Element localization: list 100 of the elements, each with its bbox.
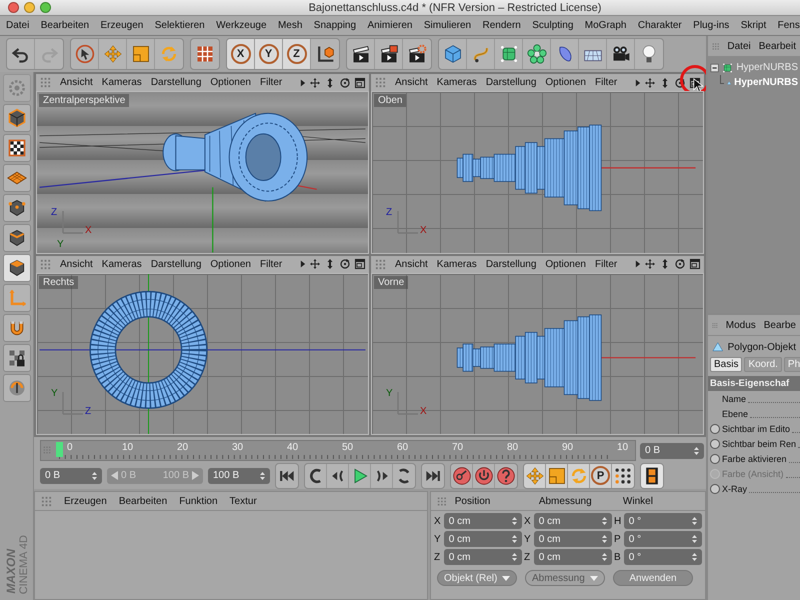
rotate-view-icon[interactable] [674, 76, 686, 88]
menu-item[interactable]: Kameras [436, 77, 477, 88]
menu-item[interactable]: Skript [740, 20, 766, 31]
more-arrow-icon[interactable] [635, 259, 642, 269]
points-mode-button[interactable] [2, 194, 30, 222]
edges-mode-button[interactable] [2, 224, 30, 252]
menu-item[interactable]: Erzeugen [100, 20, 144, 31]
axis-lock-button[interactable]: Y [255, 39, 283, 69]
locked-grid-button[interactable] [2, 344, 30, 372]
minimize-button[interactable] [24, 2, 35, 13]
spinner-icon[interactable] [511, 534, 518, 544]
menu-item[interactable]: Plug-ins [693, 20, 730, 31]
menu-item[interactable]: Filter [260, 77, 282, 88]
coordinate-field[interactable]: 0 cm [534, 513, 612, 529]
coordinate-field[interactable]: 0 ° [624, 513, 702, 529]
menu-item[interactable]: Ansicht [60, 258, 93, 270]
coordinate-field[interactable]: 0 cm [534, 549, 612, 565]
rotate-view-icon[interactable] [674, 258, 686, 270]
auto-key-button[interactable] [473, 464, 495, 488]
spinner-icon[interactable] [693, 446, 700, 456]
spinner-icon[interactable] [601, 552, 608, 562]
menu-item[interactable]: Snapping [314, 20, 356, 31]
menu-item[interactable]: Erzeugen [64, 496, 107, 506]
menu-item[interactable]: Ansicht [395, 258, 428, 270]
spinner-icon[interactable] [601, 534, 608, 544]
maximize-view-icon[interactable] [689, 258, 702, 270]
menu-item[interactable]: Funktion [179, 496, 218, 506]
spinner-icon[interactable] [691, 534, 698, 544]
menu-item[interactable]: Kameras [436, 258, 477, 270]
model-mode-button[interactable] [2, 104, 30, 132]
menu-item[interactable]: Filter [595, 258, 618, 270]
zoom-button[interactable] [40, 2, 51, 13]
menu-item[interactable]: Mesh [278, 20, 302, 31]
polygons-mode-button[interactable] [2, 254, 30, 282]
menu-item[interactable]: Darstellung [486, 258, 536, 270]
texture-mode-button[interactable] [2, 134, 30, 162]
menu-item[interactable]: Simulieren [424, 20, 472, 31]
playhead-marker[interactable] [56, 442, 63, 457]
move-view-icon[interactable] [644, 76, 656, 88]
menu-item[interactable]: Filter [595, 77, 618, 88]
menu-item[interactable]: Animieren [367, 20, 412, 31]
menu-item[interactable]: Ansicht [60, 77, 93, 88]
menu-item[interactable]: Filter [260, 258, 282, 270]
menu-item[interactable]: Sculpting [532, 20, 574, 31]
maximize-view-icon[interactable] [354, 76, 366, 88]
menu-item[interactable]: Bearbeiten [118, 496, 168, 506]
parameter-key-button[interactable]: P [590, 464, 612, 488]
scale-key-button[interactable] [546, 464, 568, 488]
coordinate-field[interactable]: 0 cm [534, 531, 612, 547]
more-arrow-icon[interactable] [635, 78, 642, 88]
move-view-icon[interactable] [644, 258, 656, 270]
menu-item[interactable]: Bearbeiten [40, 20, 90, 31]
spinner-icon[interactable] [691, 516, 698, 526]
radio-button[interactable] [710, 424, 720, 434]
more-arrow-icon[interactable] [300, 78, 306, 88]
tab[interactable]: Basis [710, 357, 742, 372]
end-frame-field[interactable]: 100 B [208, 468, 270, 484]
menu-item[interactable]: Optionen [545, 77, 586, 88]
start-frame-field[interactable]: 0 B [40, 468, 102, 484]
menu-item[interactable]: Bearbe [764, 320, 796, 330]
rotate-view-icon[interactable] [339, 258, 352, 270]
viewport[interactable]: Rechts Y Z [36, 272, 369, 435]
magnet-button[interactable] [2, 314, 30, 342]
menu-item[interactable]: Darstellung [150, 258, 202, 270]
menu-item[interactable]: Datei [727, 40, 751, 52]
menu-item[interactable]: Fens [778, 20, 800, 31]
move-view-icon[interactable] [309, 76, 322, 88]
workplane-button[interactable] [2, 164, 30, 192]
record-key-button[interactable] [451, 464, 473, 488]
position-key-button[interactable] [524, 464, 546, 488]
radio-button[interactable] [710, 484, 720, 494]
spinner-icon[interactable] [259, 470, 266, 480]
menu-item[interactable]: Kameras [102, 77, 142, 88]
menu-item[interactable]: Modus [726, 320, 756, 330]
close-button[interactable] [8, 2, 19, 13]
coordinate-field[interactable]: 0 cm [444, 549, 522, 565]
menu-item[interactable]: Kameras [102, 258, 142, 270]
viewport[interactable]: Vorne Y X [371, 272, 704, 435]
coordinate-field[interactable]: 0 cm [444, 513, 522, 529]
menu-item[interactable]: Charakter [638, 20, 682, 31]
menu-item[interactable]: Ansicht [395, 77, 428, 88]
menu-item[interactable]: Darstellung [486, 77, 536, 88]
menu-item[interactable]: Darstellung [150, 77, 202, 88]
coordinate-field[interactable]: 0 cm [444, 531, 522, 547]
menu-item[interactable]: Optionen [210, 77, 251, 88]
menu-item[interactable]: Optionen [210, 258, 251, 270]
rotate-view-icon[interactable] [339, 76, 352, 88]
radio-button[interactable] [710, 454, 720, 464]
spinner-icon[interactable] [511, 516, 518, 526]
menu-item[interactable]: Werkzeuge [216, 20, 267, 31]
menu-item[interactable]: Textur [230, 496, 257, 506]
current-frame-field[interactable]: 0 B [640, 442, 704, 458]
coordinate-field[interactable]: 0 ° [624, 531, 702, 547]
axis-lock-button[interactable]: Z [283, 39, 311, 69]
menu-item[interactable]: MoGraph [584, 20, 626, 31]
menu-item[interactable]: Datei [6, 20, 30, 31]
coordinate-field[interactable]: 0 ° [624, 549, 702, 565]
collapse-icon[interactable] [710, 62, 720, 72]
menu-item[interactable]: Optionen [545, 258, 586, 270]
maximize-view-icon[interactable] [354, 258, 366, 270]
